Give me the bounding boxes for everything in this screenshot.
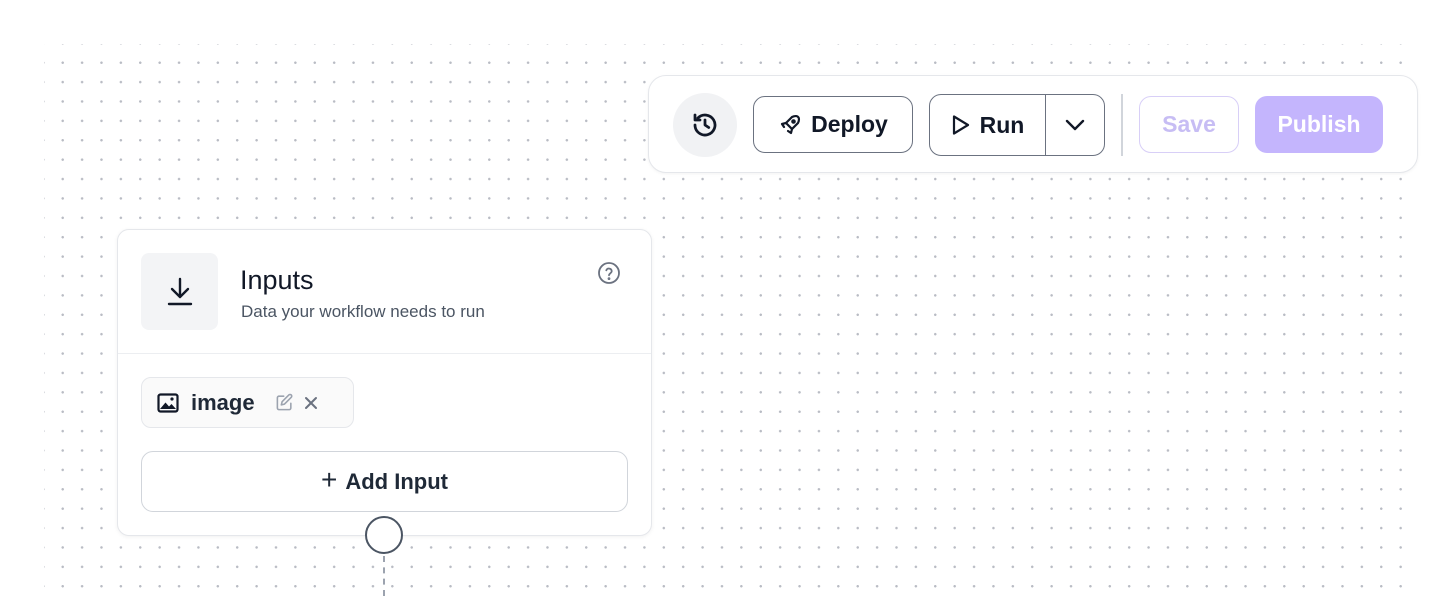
run-label: Run [979,111,1025,138]
inputs-node[interactable]: Inputs Data your workflow needs to run i… [117,229,652,536]
add-input-label: Add Input [345,468,448,494]
history-button[interactable] [673,93,737,157]
download-icon [167,277,192,305]
node-output-handle[interactable] [365,516,403,554]
edit-input-button[interactable] [275,393,294,412]
input-chip-image[interactable]: image [141,377,354,428]
deploy-button[interactable]: Deploy [753,96,913,153]
save-button[interactable]: Save [1139,96,1239,153]
image-icon [157,392,179,413]
run-options-button[interactable] [1046,95,1104,155]
node-title: Inputs [240,265,314,295]
play-icon [952,115,969,135]
node-header: Inputs Data your workflow needs to run [118,230,651,354]
plus-icon: + [321,464,338,495]
toolbar-divider [1121,94,1123,156]
top-toolbar: Deploy Run Save Publish [648,75,1418,173]
rocket-icon [781,114,801,134]
close-icon [304,396,317,409]
run-button-group: Run [929,94,1105,156]
node-edge-line [383,556,385,596]
edit-icon [276,393,293,411]
remove-input-button[interactable] [304,392,318,414]
help-icon[interactable] [597,261,621,285]
publish-button[interactable]: Publish [1255,96,1383,153]
node-icon-box [141,253,218,330]
run-button[interactable]: Run [930,95,1046,155]
deploy-label: Deploy [811,111,888,137]
chevron-down-icon [1065,119,1085,131]
history-icon [693,113,717,137]
node-subtitle: Data your workflow needs to run [241,302,485,321]
add-input-button[interactable]: + Add Input [141,451,628,512]
input-chip-label: image [191,389,255,415]
